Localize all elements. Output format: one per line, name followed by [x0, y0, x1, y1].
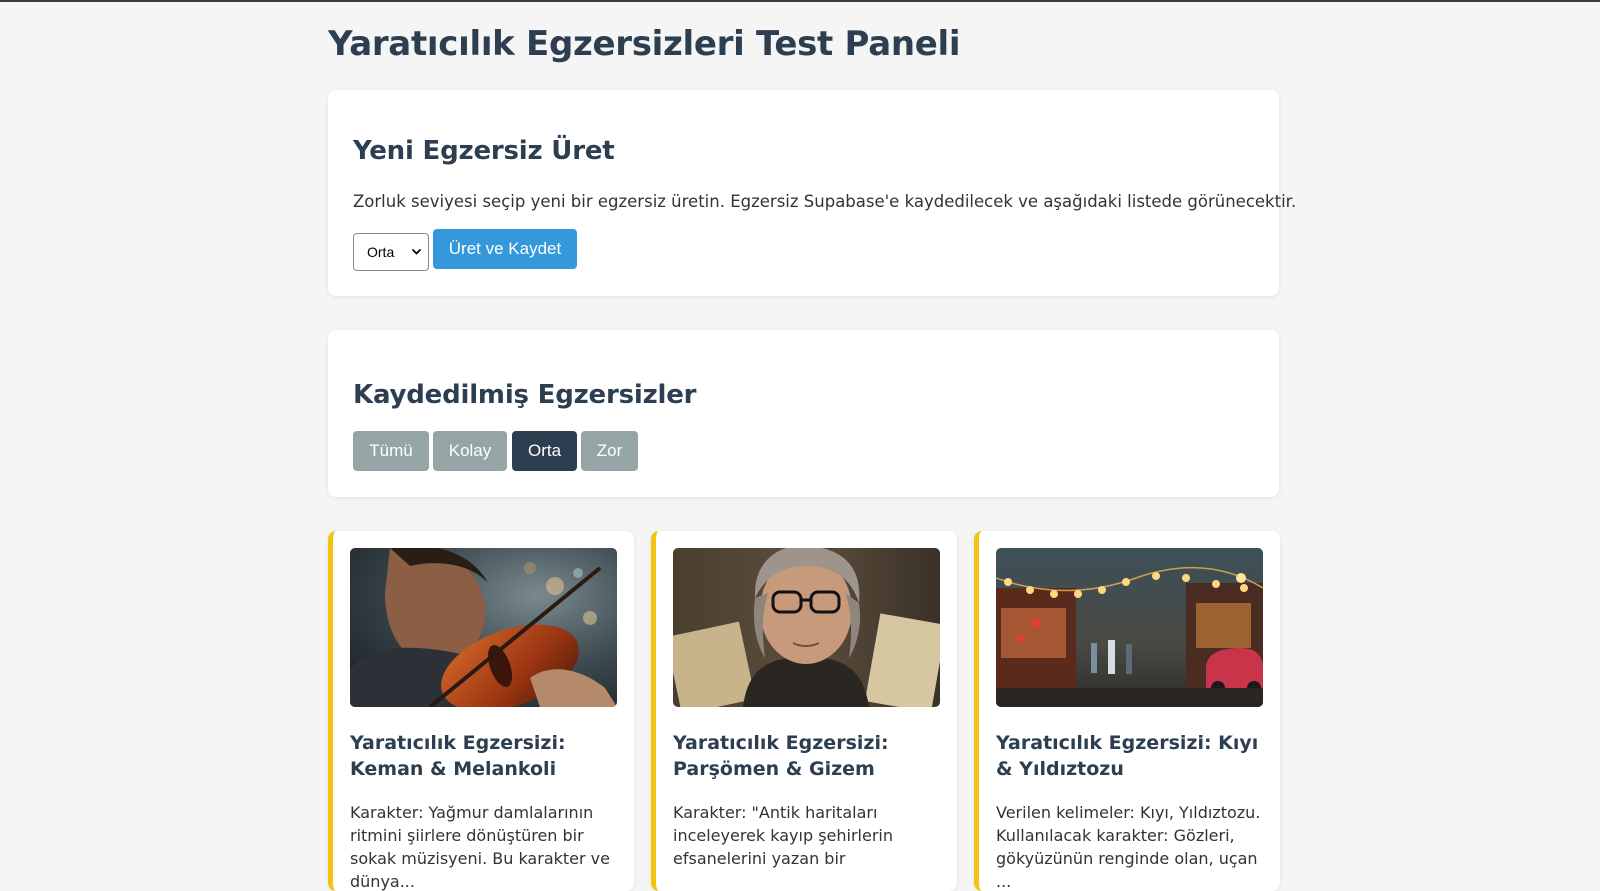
saved-exercises-title: Kaydedilmiş Egzersizler	[353, 380, 697, 410]
card-title: Yaratıcılık Egzersizi: Kıyı & Yıldıztozu	[996, 732, 1259, 780]
card-image-woman-map	[673, 548, 940, 707]
card-title: Yaratıcılık Egzersizi: Parşömen & Gizem	[673, 732, 889, 780]
difficulty-select[interactable]: Orta	[353, 233, 429, 271]
exercise-card[interactable]: Yaratıcılık Egzersizi: Keman & Melankoli…	[328, 531, 634, 891]
exercise-card[interactable]: Yaratıcılık Egzersizi: Kıyı & Yıldıztozu…	[974, 531, 1280, 891]
difficulty-select-value: Orta	[367, 244, 395, 260]
page-title: Yaratıcılık Egzersizleri Test Paneli	[328, 24, 961, 64]
window-top-border	[0, 0, 1600, 2]
filter-hard-button[interactable]: Zor	[581, 431, 638, 471]
filter-easy-button[interactable]: Kolay	[433, 431, 507, 471]
filter-all-button[interactable]: Tümü	[353, 431, 429, 471]
card-text: Verilen kelimeler: Kıyı, Yıldıztozu. Kul…	[996, 803, 1261, 891]
card-text: Karakter: Yağmur damlalarının ritmini şi…	[350, 803, 610, 891]
exercise-card[interactable]: Yaratıcılık Egzersizi: Parşömen & Gizem …	[651, 531, 957, 891]
card-title: Yaratıcılık Egzersizi: Keman & Melankoli	[350, 732, 566, 780]
filter-medium-button[interactable]: Orta	[512, 431, 577, 471]
generator-panel: Yeni Egzersiz Üret Zorluk seviyesi seçip…	[328, 90, 1296, 296]
generate-save-button[interactable]: Üret ve Kaydet	[433, 229, 577, 269]
card-image-violinist	[350, 548, 617, 707]
saved-exercises-panel: Kaydedilmiş Egzersizler Tümü Kolay Orta …	[328, 330, 1279, 497]
card-text: Karakter: "Antik haritaları inceleyerek …	[673, 803, 893, 868]
generator-description: Zorluk seviyesi seçip yeni bir egzersiz …	[353, 192, 1297, 211]
chevron-down-icon	[411, 234, 422, 285]
generator-title: Yeni Egzersiz Üret	[353, 136, 615, 166]
card-image-night-street	[996, 548, 1263, 707]
